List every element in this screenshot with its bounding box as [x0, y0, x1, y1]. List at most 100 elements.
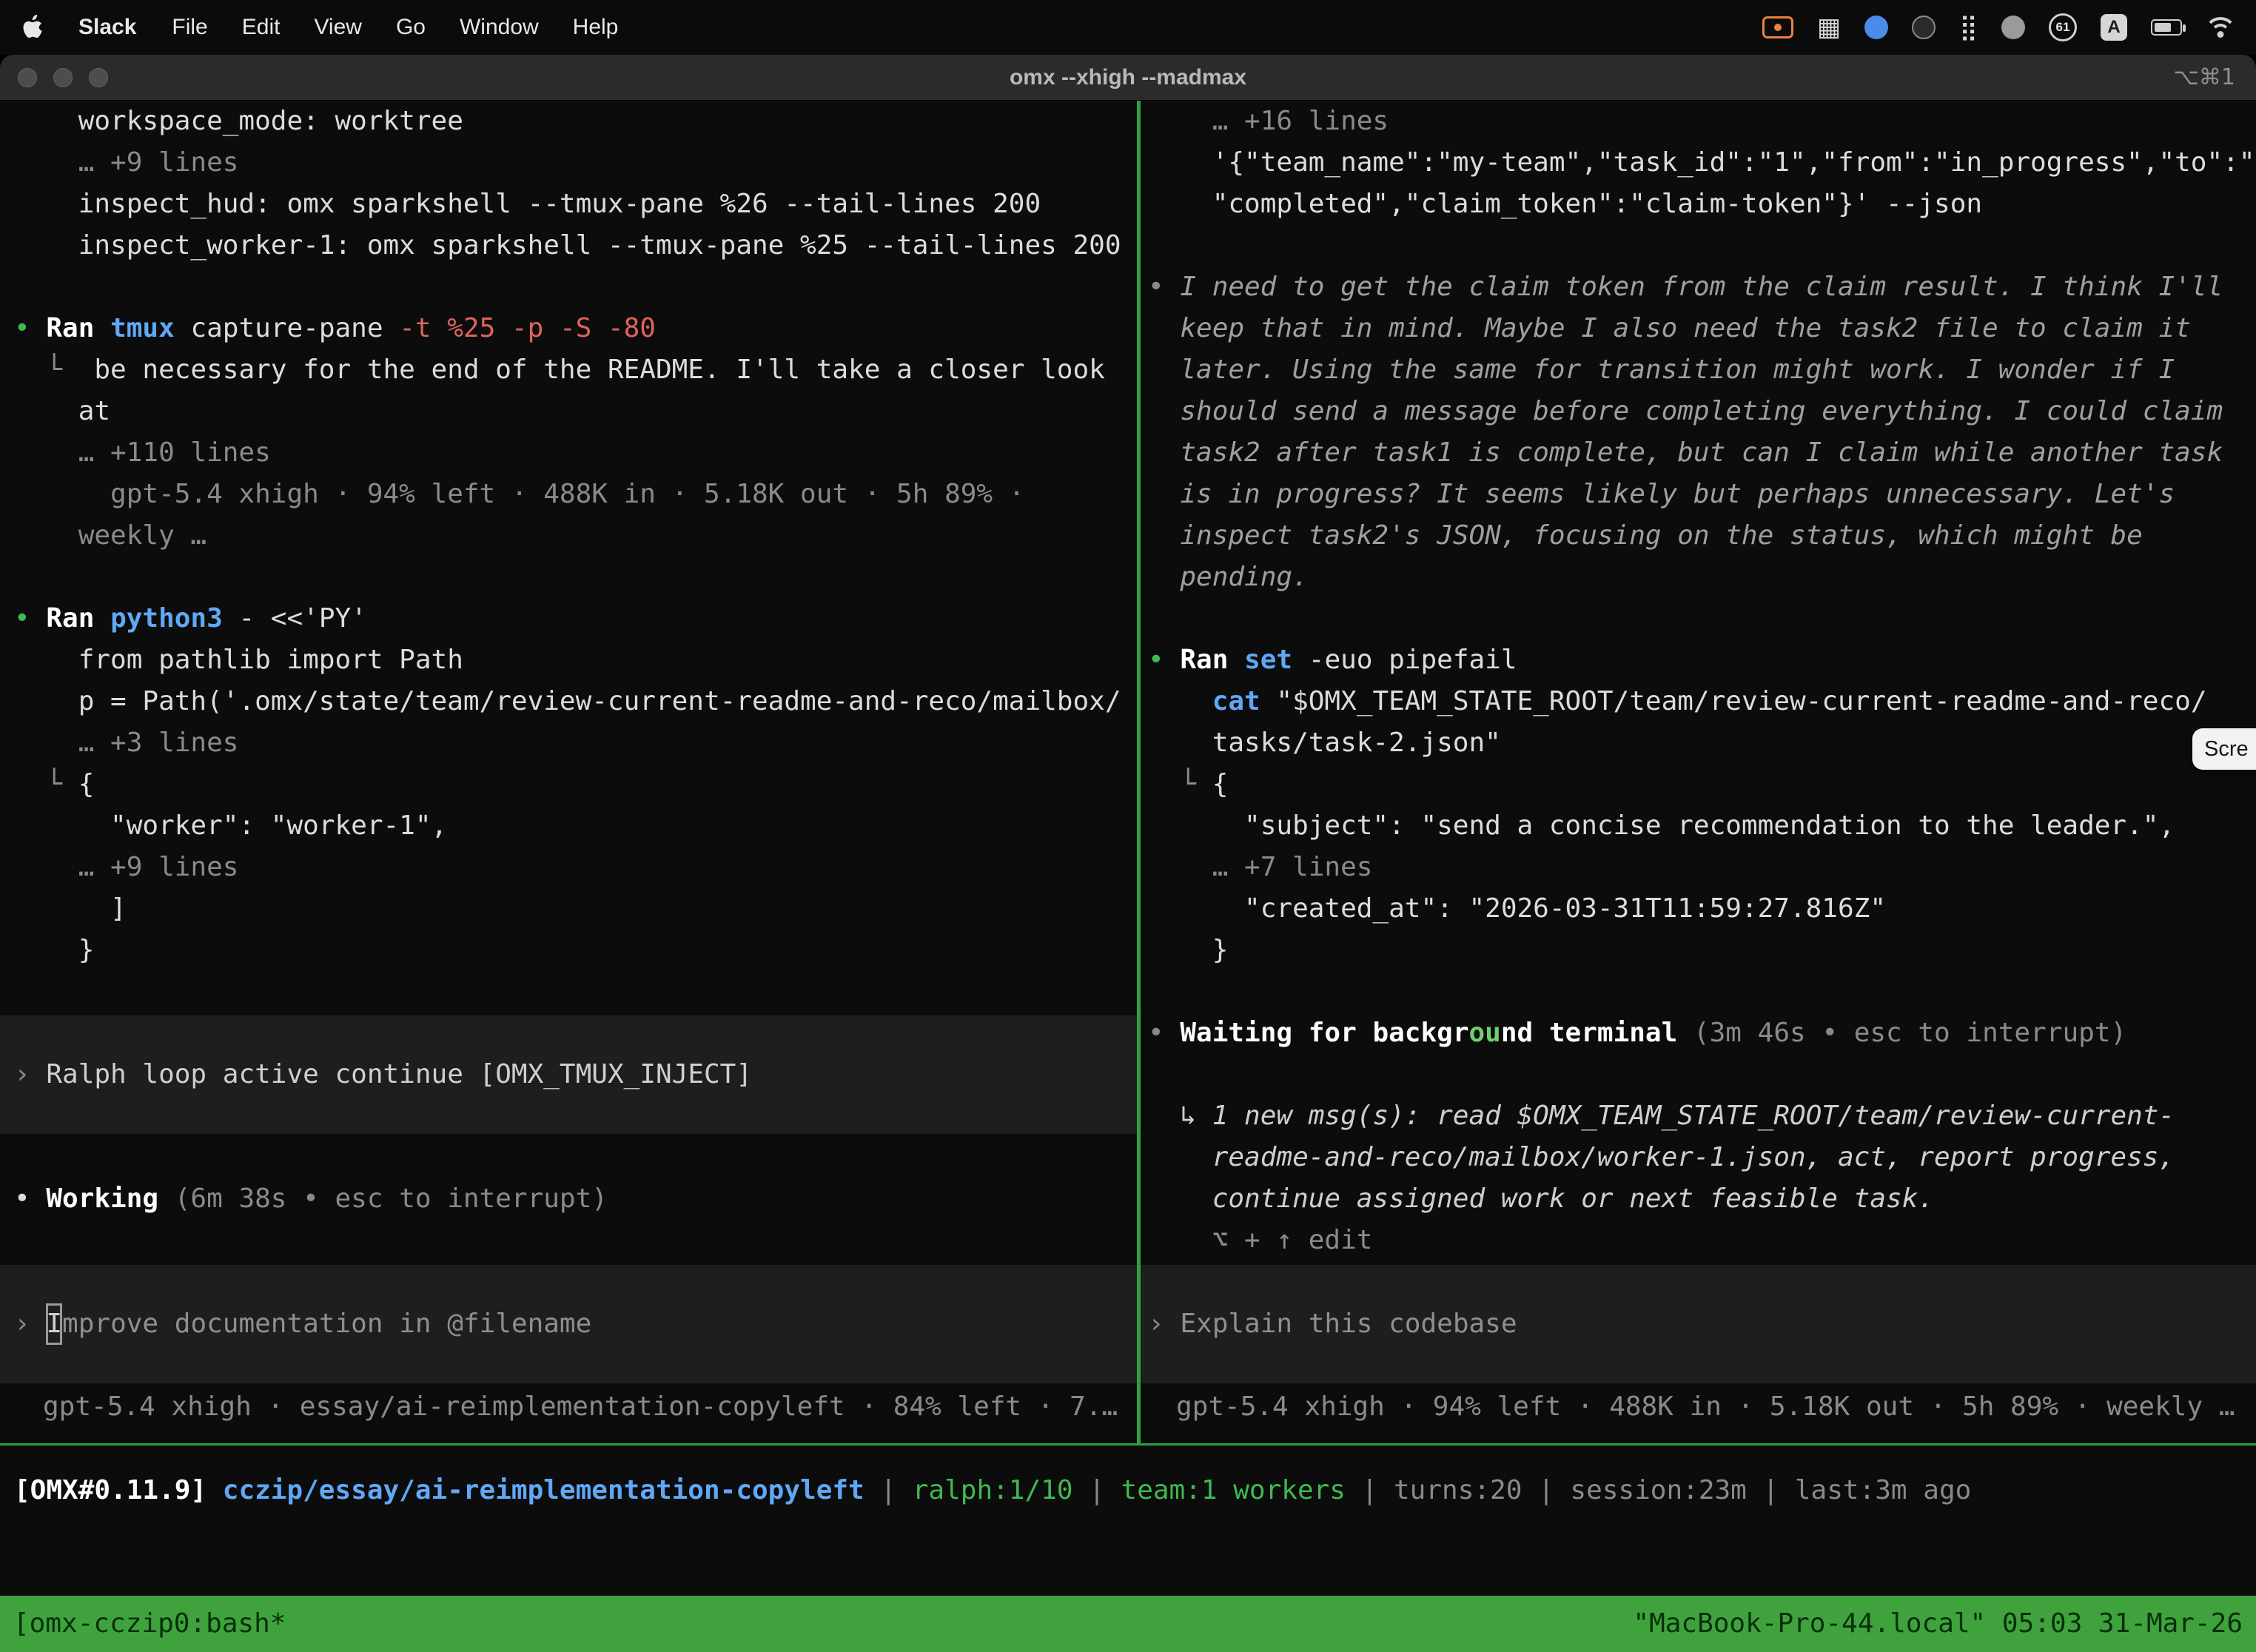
text-segment: gpt-5.4 xhigh · 94% left · 488K in · 5.1…: [14, 479, 1024, 509]
terminal-line: at: [14, 391, 1137, 432]
text-segment: … +9 lines: [14, 147, 238, 178]
text-segment: be necessary for the end of the README. …: [94, 355, 1104, 385]
terminal-line: • Ran python3 - <<'PY': [14, 598, 1137, 639]
composer-input[interactable]: › Improve documentation in @filename: [0, 1265, 1137, 1383]
screen-capture-notification[interactable]: Scre: [2192, 728, 2256, 770]
screen-recording-icon[interactable]: [1762, 16, 1793, 38]
tmux-session-info[interactable]: [omx-cczip0:bash*: [13, 1603, 286, 1645]
text-segment: from pathlib import Path: [14, 645, 463, 675]
menu-bar: Slack File Edit View Go Window Help ▦ ⣿ …: [0, 0, 2256, 55]
terminal-line: inspect_worker-1: omx sparkshell --tmux-…: [14, 225, 1137, 266]
text-segment: [1148, 686, 1212, 716]
working-status-line: • Working (6m 38s • esc to interrupt): [0, 1178, 1137, 1220]
terminal-line: }: [1148, 930, 2256, 971]
text-segment: "subject": "send a concise recommendatio…: [1148, 810, 2175, 841]
dots-grid-icon[interactable]: ⣿: [1959, 15, 1978, 40]
text-segment: inspect_worker-1: omx sparkshell --tmux-…: [14, 230, 1121, 261]
terminal-window: omx --xhigh --madmax ⌥⌘1 workspace_mode:…: [0, 55, 2256, 1652]
terminal-line: … +9 lines: [14, 847, 1137, 888]
terminal-line: readme-and-reco/mailbox/worker-1.json, a…: [1148, 1137, 2256, 1178]
text-segment: mprove documentation in @filename: [62, 1303, 591, 1345]
menu-item-go[interactable]: Go: [396, 15, 426, 40]
terminal-line: later. Using the same for transition mig…: [1148, 349, 2256, 391]
tmux-status-bar: [omx-cczip0:bash* "MacBook-Pro-44.local"…: [0, 1596, 2256, 1652]
window-shortcut-hint: ⌥⌘1: [2173, 64, 2235, 90]
profile-icon[interactable]: [2001, 16, 2025, 39]
text-segment: should send a message before completing …: [1148, 396, 2223, 426]
battery-percent-badge[interactable]: 61: [2049, 13, 2077, 41]
terminal-line: • Ran tmux capture-pane -t %25 -p -S -80: [14, 308, 1137, 349]
left-pane-output: workspace_mode: worktree … +9 lines insp…: [0, 101, 1137, 971]
text-segment: |: [1346, 1475, 1394, 1505]
left-terminal-pane[interactable]: workspace_mode: worktree … +9 lines insp…: [0, 101, 1137, 1443]
terminal-line: "subject": "send a concise recommendatio…: [1148, 805, 2256, 847]
terminal-line: inspect task2's JSON, focusing on the st…: [1148, 515, 2256, 557]
menu-item-edit[interactable]: Edit: [242, 15, 281, 40]
text-segment: (3m 46s • esc to interrupt): [1693, 1018, 2126, 1048]
grid-icon[interactable]: ▦: [1817, 15, 1841, 40]
terminal-line: … +7 lines: [1148, 847, 2256, 888]
text-segment: |: [865, 1475, 913, 1505]
terminal-line: • I need to get the claim token from the…: [1148, 266, 2256, 308]
terminal-line: ↳ 1 new msg(s): read $OMX_TEAM_STATE_ROO…: [1148, 1095, 2256, 1137]
window-title: omx --xhigh --madmax: [1010, 65, 1246, 90]
text-segment: ]: [14, 893, 127, 924]
text-segment: Working: [46, 1183, 174, 1214]
battery-icon[interactable]: [2151, 19, 2182, 36]
menu-item-window[interactable]: Window: [460, 15, 539, 40]
menu-item-file[interactable]: File: [172, 15, 207, 40]
apple-menu[interactable]: [21, 14, 46, 41]
text-segment: •: [1148, 645, 1180, 675]
window-title-bar[interactable]: omx --xhigh --madmax ⌥⌘1: [0, 55, 2256, 101]
text-segment: •: [14, 1183, 46, 1214]
text-segment: workspace_mode: worktree: [14, 106, 463, 136]
text-segment: keep that in mind. Maybe I also need the…: [1148, 313, 2191, 343]
pane-divider-horizontal[interactable]: [0, 1443, 2256, 1446]
terminal-line: "worker": "worker-1",: [14, 805, 1137, 847]
text-segment: ou: [1469, 1018, 1501, 1048]
terminal-line: … +110 lines: [14, 432, 1137, 474]
text-segment: … +7 lines: [1148, 852, 1372, 882]
terminal-line: pending.: [1148, 557, 2256, 598]
terminal-line: [1148, 1054, 2256, 1095]
traffic-lights: [18, 55, 108, 100]
terminal-content: workspace_mode: worktree … +9 lines insp…: [0, 101, 2256, 1652]
pane-status-line: gpt-5.4 xhigh · 94% left · 488K in · 5.1…: [1141, 1386, 2256, 1428]
text-segment: turns:20: [1394, 1475, 1522, 1505]
terminal-line: keep that in mind. Maybe I also need the…: [1148, 308, 2256, 349]
text-segment: ↳: [1148, 1101, 1212, 1131]
text-segment: cat: [1212, 686, 1277, 716]
terminal-line: task2 after task1 is complete, but can I…: [1148, 432, 2256, 474]
terminal-line: cat "$OMX_TEAM_STATE_ROOT/team/review-cu…: [1148, 681, 2256, 722]
terminal-line: [14, 266, 1137, 308]
close-button[interactable]: [18, 68, 37, 87]
composer-input[interactable]: › Ralph loop active continue [OMX_TMUX_I…: [0, 1015, 1137, 1134]
text-segment: continue assigned work or next feasible …: [1148, 1183, 1934, 1214]
text-segment: {: [78, 769, 95, 799]
text-segment: Ralph loop active continue [OMX_TMUX_INJ…: [46, 1054, 752, 1095]
right-terminal-pane[interactable]: … +16 lines '{"team_name":"my-team","tas…: [1141, 101, 2256, 1443]
menu-item-view[interactable]: View: [314, 15, 361, 40]
raycast-icon[interactable]: [1864, 16, 1888, 39]
text-segment: inspect task2's JSON, focusing on the st…: [1148, 520, 2143, 551]
terminal-line: '{"team_name":"my-team","task_id":"1","f…: [1148, 142, 2256, 184]
app-menu-title[interactable]: Slack: [78, 15, 136, 40]
composer-input[interactable]: › Explain this codebase: [1141, 1265, 2256, 1383]
terminal-line: … +3 lines: [14, 722, 1137, 764]
text-segment: {: [1212, 769, 1229, 799]
pane-status-line: gpt-5.4 xhigh · essay/ai-reimplementatio…: [0, 1386, 1137, 1428]
dark-app-icon[interactable]: [1912, 16, 1936, 39]
minimize-button[interactable]: [53, 68, 73, 87]
terminal-line: }: [14, 930, 1137, 971]
text-segment: - <<'PY': [238, 603, 366, 634]
input-source-icon[interactable]: A: [2101, 14, 2127, 41]
menu-item-help[interactable]: Help: [573, 15, 619, 40]
text-segment: ›: [14, 1054, 46, 1095]
zoom-button[interactable]: [89, 68, 108, 87]
text-segment: Ran: [1180, 645, 1244, 675]
wifi-icon[interactable]: [2206, 17, 2235, 38]
text-segment: |: [1073, 1475, 1121, 1505]
terminal-line: is in progress? It seems likely but perh…: [1148, 474, 2256, 515]
text-segment: I need to get the claim token from the c…: [1180, 272, 2223, 302]
menu-bar-status-icons: ▦ ⣿ 61 A: [1762, 13, 2235, 41]
